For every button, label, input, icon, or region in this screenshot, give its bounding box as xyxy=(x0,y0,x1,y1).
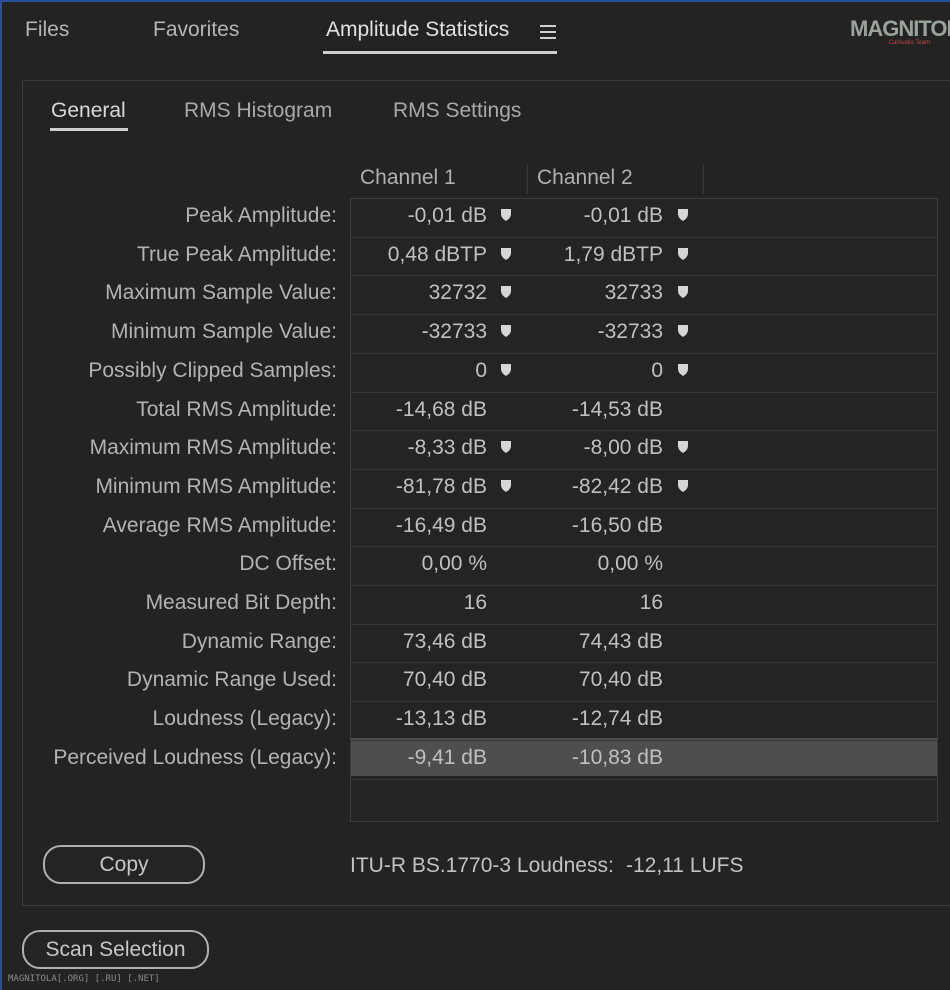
channel-1-value[interactable]: 0,48 dBTP xyxy=(352,243,487,267)
row-label: Dynamic Range Used: xyxy=(126,668,337,692)
scan-selection-button[interactable]: Scan Selection xyxy=(22,930,209,969)
subtab-rms-histogram[interactable]: RMS Histogram xyxy=(184,99,332,123)
marker-icon[interactable] xyxy=(500,479,512,493)
channel-2-value[interactable]: -12,74 dB xyxy=(528,707,663,731)
row-label: Maximum Sample Value: xyxy=(105,281,337,305)
row-divider xyxy=(351,623,937,625)
row-divider xyxy=(351,701,937,703)
tab-files[interactable]: Files xyxy=(25,18,69,42)
row-label: Minimum Sample Value: xyxy=(110,320,337,344)
channel-2-value[interactable]: 0 xyxy=(528,359,663,383)
row-label: Perceived Loudness (Legacy): xyxy=(53,745,337,769)
marker-icon[interactable] xyxy=(677,324,689,338)
channel-2-value[interactable]: -0,01 dB xyxy=(528,204,663,228)
active-tab-indicator xyxy=(323,51,557,54)
channel-2-value[interactable]: 16 xyxy=(528,591,663,615)
row-divider xyxy=(351,236,937,238)
window-frame-left xyxy=(0,0,2,990)
row-divider xyxy=(351,314,937,316)
channel-1-value[interactable]: 0 xyxy=(352,359,487,383)
channel-1-value[interactable]: -8,33 dB xyxy=(352,436,487,460)
row-label: Peak Amplitude: xyxy=(185,204,337,227)
row-divider xyxy=(351,507,937,509)
marker-icon[interactable] xyxy=(677,479,689,493)
row-divider xyxy=(351,468,937,470)
column-separator xyxy=(703,164,704,194)
row-label: Measured Bit Depth: xyxy=(145,591,337,614)
channel-2-value[interactable]: 0,00 % xyxy=(528,552,663,576)
row-label: Loudness (Legacy): xyxy=(152,707,337,731)
channel-2-value[interactable]: 1,79 dBTP xyxy=(528,243,663,267)
column-header-channel-1[interactable]: Channel 1 xyxy=(360,166,456,190)
row-label: Possibly Clipped Samples: xyxy=(88,358,337,382)
marker-icon[interactable] xyxy=(500,440,512,454)
column-header-channel-2[interactable]: Channel 2 xyxy=(537,166,633,190)
watermark: MAGNITOLA[.ORG] [.RU] [.NET] xyxy=(8,974,160,984)
row-divider xyxy=(351,778,937,780)
column-separator xyxy=(527,164,528,194)
active-subtab-indicator xyxy=(50,128,128,131)
logo: MAGNITOLA CarAudio Team xyxy=(850,16,950,48)
channel-1-value[interactable]: -0,01 dB xyxy=(352,204,487,228)
channel-2-value[interactable]: -10,83 dB xyxy=(528,746,663,770)
subtab-general[interactable]: General xyxy=(51,99,126,123)
row-divider xyxy=(351,275,937,277)
panel-menu-icon[interactable] xyxy=(540,25,556,39)
channel-1-value[interactable]: 16 xyxy=(352,591,487,615)
marker-icon[interactable] xyxy=(500,247,512,261)
logo-subtext: CarAudio Team xyxy=(888,40,930,46)
tab-favorites[interactable]: Favorites xyxy=(153,18,239,42)
marker-icon[interactable] xyxy=(677,285,689,299)
marker-icon[interactable] xyxy=(677,208,689,222)
channel-2-value[interactable]: -82,42 dB xyxy=(528,475,663,499)
marker-icon[interactable] xyxy=(677,363,689,377)
marker-icon[interactable] xyxy=(500,324,512,338)
channel-1-value[interactable]: -13,13 dB xyxy=(352,707,487,731)
channel-1-value[interactable]: 73,46 dB xyxy=(352,630,487,654)
row-label: Minimum RMS Amplitude: xyxy=(95,474,337,498)
logo-text: MAGNITOLA xyxy=(850,16,950,41)
marker-icon[interactable] xyxy=(500,285,512,299)
row-label: Total RMS Amplitude: xyxy=(136,397,337,421)
row-label: DC Offset: xyxy=(239,552,337,576)
marker-icon[interactable] xyxy=(677,247,689,261)
row-divider xyxy=(351,391,937,393)
channel-1-value[interactable]: -16,49 dB xyxy=(352,514,487,538)
channel-1-value[interactable]: -32733 xyxy=(352,320,487,344)
row-divider xyxy=(351,662,937,664)
row-label: Dynamic Range: xyxy=(181,629,337,653)
copy-button[interactable]: Copy xyxy=(43,845,205,884)
channel-2-value[interactable]: 70,40 dB xyxy=(528,668,663,692)
channel-1-value[interactable]: 32732 xyxy=(352,281,487,305)
row-divider xyxy=(351,546,937,548)
channel-2-value[interactable]: 74,43 dB xyxy=(528,630,663,654)
loudness-label: ITU-R BS.1770-3 Loudness: xyxy=(350,854,614,877)
marker-icon[interactable] xyxy=(677,440,689,454)
subtab-rms-settings[interactable]: RMS Settings xyxy=(393,99,521,123)
row-divider xyxy=(351,585,937,586)
marker-icon[interactable] xyxy=(500,363,512,377)
row-divider xyxy=(351,430,937,432)
channel-1-value[interactable]: 0,00 % xyxy=(352,552,487,576)
channel-1-value[interactable]: -81,78 dB xyxy=(352,475,487,499)
window-frame-top xyxy=(0,0,950,2)
row-label: Maximum RMS Amplitude: xyxy=(89,436,337,460)
row-divider xyxy=(351,352,937,354)
channel-2-value[interactable]: -8,00 dB xyxy=(528,436,663,460)
tab-amplitude-statistics[interactable]: Amplitude Statistics xyxy=(326,18,509,42)
row-label: Average RMS Amplitude: xyxy=(102,513,337,537)
marker-icon[interactable] xyxy=(500,208,512,222)
channel-1-value[interactable]: -14,68 dB xyxy=(352,398,487,422)
row-label: True Peak Amplitude: xyxy=(137,242,337,266)
channel-2-value[interactable]: 32733 xyxy=(528,281,663,305)
channel-2-value[interactable]: -32733 xyxy=(528,320,663,344)
channel-2-value[interactable]: -16,50 dB xyxy=(528,514,663,538)
channel-1-value[interactable]: 70,40 dB xyxy=(352,668,487,692)
channel-1-value[interactable]: -9,41 dB xyxy=(352,746,487,770)
row-divider xyxy=(351,739,937,741)
loudness-value: -12,11 LUFS xyxy=(626,854,744,877)
channel-2-value[interactable]: -14,53 dB xyxy=(528,398,663,422)
